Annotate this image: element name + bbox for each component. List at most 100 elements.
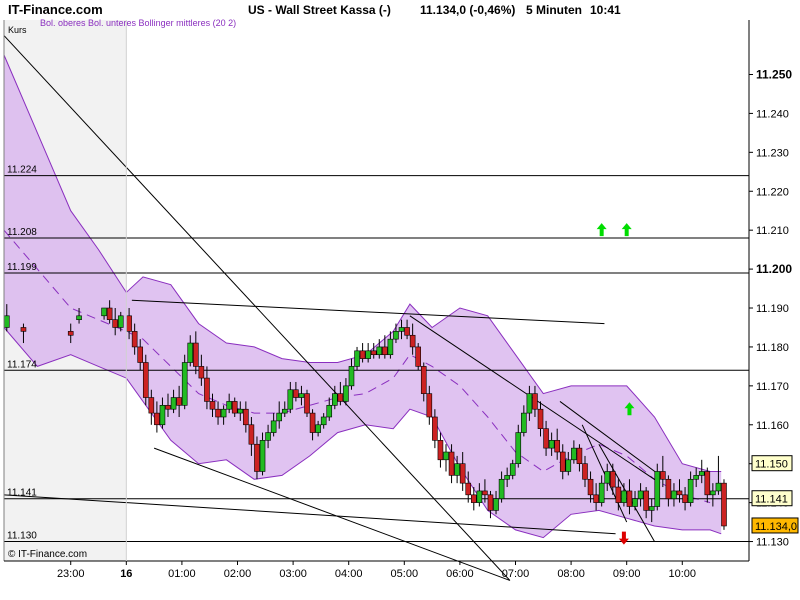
candle-body — [102, 308, 107, 316]
candle-body — [721, 483, 726, 526]
x-axis: 23:001601:0002:0003:0004:0005:0006:0007:… — [57, 561, 696, 580]
x-tick-label: 09:00 — [613, 568, 641, 580]
candle-body — [399, 327, 404, 331]
interval-text: 5 Minuten — [526, 3, 582, 17]
candle-body — [688, 479, 693, 502]
candle-body — [633, 499, 638, 507]
y-axis: 11.13011.14011.15011.16011.17011.18011.1… — [749, 67, 792, 548]
candle-down — [438, 433, 443, 468]
candle-body — [193, 343, 198, 366]
candle-body — [266, 433, 271, 441]
y-tick-label: 11.240 — [756, 108, 789, 120]
level-label: 11.130 — [7, 531, 37, 542]
candle-body — [716, 483, 721, 491]
candle-body — [555, 440, 560, 452]
candle-body — [332, 394, 337, 406]
y-tick-label: 11.210 — [756, 225, 789, 237]
candle-body — [232, 401, 237, 413]
candle-body — [366, 351, 371, 359]
candle-body — [160, 405, 165, 424]
candle-body — [571, 448, 576, 460]
candle-body — [166, 405, 171, 409]
candle-body — [471, 495, 476, 503]
candle-body — [355, 351, 360, 367]
y-tick-label: 11.160 — [756, 420, 789, 432]
candle-body — [421, 366, 426, 393]
x-tick-label: 02:00 — [224, 568, 252, 580]
candle-body — [316, 425, 321, 433]
y-tick-label: 11.190 — [756, 303, 789, 315]
level-label: 11.208 — [7, 227, 37, 238]
candle-body — [243, 409, 248, 425]
candle-down — [721, 479, 726, 530]
candle-body — [544, 429, 549, 448]
x-tick-label: 16 — [120, 568, 132, 580]
price-box-label: 11.141 — [755, 494, 788, 506]
copyright-text: © IT-Finance.com — [8, 549, 87, 560]
candle-body — [171, 398, 176, 410]
candle-body — [305, 394, 310, 413]
candle-body — [182, 363, 187, 406]
candle-body — [510, 464, 515, 476]
level-label: 11.174 — [7, 359, 37, 370]
candle-body — [443, 452, 448, 460]
candle-up — [182, 355, 187, 409]
candle-body — [710, 491, 715, 495]
x-tick-label: 10:00 — [669, 568, 697, 580]
candle-body — [683, 495, 688, 503]
candle-up — [443, 444, 448, 471]
candle-body — [282, 409, 287, 413]
candle-body — [4, 316, 9, 328]
candle-body — [594, 495, 599, 503]
candle-body — [505, 475, 510, 479]
candle-body — [405, 327, 410, 335]
x-tick-label: 01:00 — [168, 568, 196, 580]
candle-body — [177, 398, 182, 406]
x-tick-label: 08:00 — [557, 568, 585, 580]
trend-line — [132, 300, 605, 323]
candle-body — [118, 316, 123, 328]
arrow-up-icon — [597, 223, 607, 236]
candle-body — [616, 487, 621, 503]
candle-body — [699, 471, 704, 475]
candle-body — [494, 499, 499, 511]
candle-body — [260, 440, 265, 471]
x-tick-label: 03:00 — [279, 568, 307, 580]
y-tick-label: 11.200 — [756, 262, 792, 276]
time-text: 10:41 — [590, 3, 621, 17]
candle-body — [427, 394, 432, 417]
candle-body — [288, 390, 293, 409]
candle-body — [338, 394, 343, 402]
candle-body — [449, 452, 454, 475]
candle-body — [705, 471, 710, 494]
candle-body — [560, 452, 565, 471]
candle-body — [382, 347, 387, 355]
candle-down — [305, 390, 310, 417]
x-tick-label: 04:00 — [335, 568, 363, 580]
candle-body — [343, 386, 348, 402]
candle-body — [605, 471, 610, 483]
site-logo-text: IT-Finance.com — [8, 2, 103, 17]
x-tick-label: 06:00 — [446, 568, 474, 580]
candle-body — [577, 448, 582, 464]
candle-body — [482, 491, 487, 495]
candle-body — [204, 378, 209, 401]
candle-body — [310, 413, 315, 432]
candle-body — [210, 401, 215, 409]
candle-body — [132, 331, 137, 347]
candle-body — [477, 491, 482, 503]
candle-body — [538, 409, 543, 428]
candle-body — [582, 464, 587, 480]
candle-body — [671, 491, 676, 499]
candle-body — [549, 440, 554, 448]
candle-body — [277, 413, 282, 421]
candle-body — [410, 335, 415, 347]
candle-body — [377, 347, 382, 355]
candle-body — [154, 413, 159, 425]
candle-body — [21, 327, 26, 331]
chart-svg: 11.22411.20811.19911.17411.14111.130 11.… — [0, 0, 800, 600]
candle-body — [254, 444, 259, 471]
candle-body — [416, 347, 421, 366]
candle-body — [666, 479, 671, 498]
candle-body — [499, 479, 504, 498]
